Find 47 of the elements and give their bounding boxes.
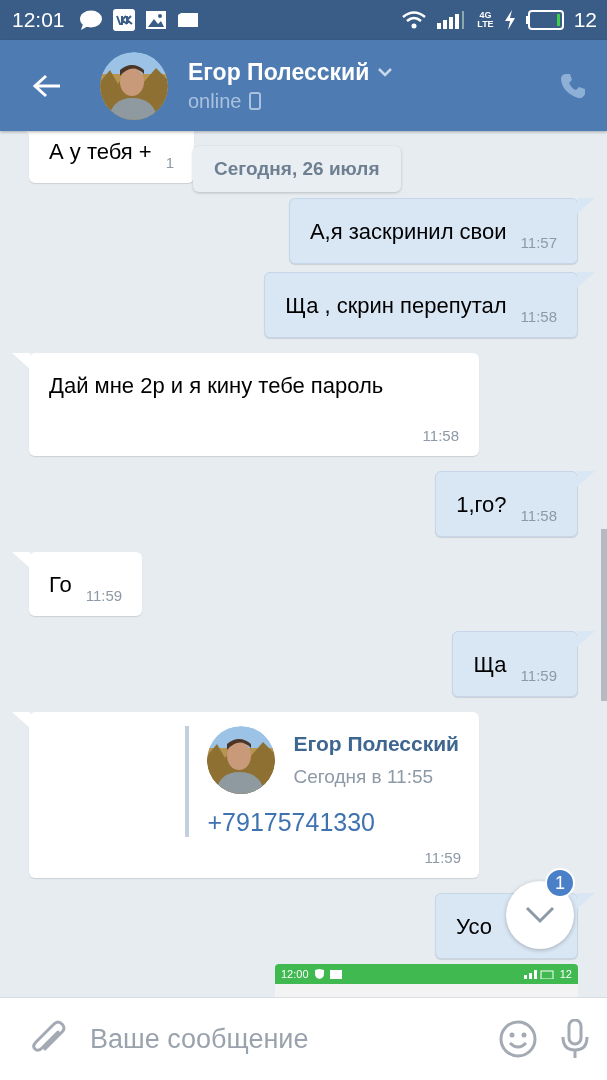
contact-name[interactable]: Егор Полесский	[188, 58, 370, 86]
app-logo-icon	[112, 9, 135, 31]
message-text: 1,го?	[456, 492, 507, 518]
chat-bubble-icon	[78, 9, 103, 31]
charging-icon	[503, 10, 516, 30]
message-time: 11:58	[520, 507, 557, 524]
message-time: 11:59	[424, 849, 461, 866]
network-type: 4G	[479, 11, 492, 20]
emoji-icon[interactable]	[499, 1020, 537, 1058]
screenshot-battery: 12	[559, 968, 572, 980]
wifi-icon	[401, 10, 428, 30]
microphone-icon[interactable]	[561, 1019, 589, 1059]
message-time: 11:59	[520, 667, 557, 684]
forward-author[interactable]: Егор Полесский	[293, 732, 459, 756]
back-arrow-icon[interactable]	[32, 73, 62, 98]
screenshot-attachment[interactable]: 12:00 12	[275, 964, 578, 997]
battery-level: 12	[573, 8, 597, 32]
message-time: 11:58	[520, 308, 557, 325]
chevron-down-icon[interactable]	[377, 67, 394, 77]
shield-icon	[314, 969, 324, 979]
message-text: А,я заскринил свои	[309, 219, 507, 245]
sd-card-icon	[176, 12, 199, 28]
message-text: Усо	[456, 914, 492, 940]
phone-device-icon	[249, 92, 262, 110]
signal-icon	[523, 969, 554, 979]
message-time: 11:59	[85, 587, 123, 604]
network-type: LTE	[477, 20, 494, 29]
message-time: 11:57	[520, 234, 557, 251]
gallery-icon	[329, 969, 342, 979]
chevron-down-icon	[525, 906, 555, 924]
message-text: Го	[49, 572, 72, 598]
status-time: 12:01	[12, 8, 65, 32]
message-time: 1	[165, 154, 175, 171]
message-text: Дай мне 2р и я кину тебе пароль	[49, 373, 384, 399]
call-icon[interactable]	[559, 71, 587, 100]
battery-icon	[525, 10, 564, 30]
message-input[interactable]: Ваше сообщение	[90, 1023, 475, 1055]
message-time: 11:58	[422, 427, 459, 444]
phone-link[interactable]: +79175741330	[207, 808, 459, 837]
message-text: Ща , скрин перепутал	[285, 293, 507, 319]
forward-date: Сегодня в 11:55	[293, 766, 435, 788]
online-status: online	[188, 89, 242, 113]
unread-badge: 1	[545, 868, 575, 898]
message-text: А у тебя +	[49, 139, 152, 165]
gallery-icon	[144, 10, 167, 30]
screenshot-time: 12:00	[281, 968, 309, 980]
message-text: Ща	[473, 652, 507, 678]
